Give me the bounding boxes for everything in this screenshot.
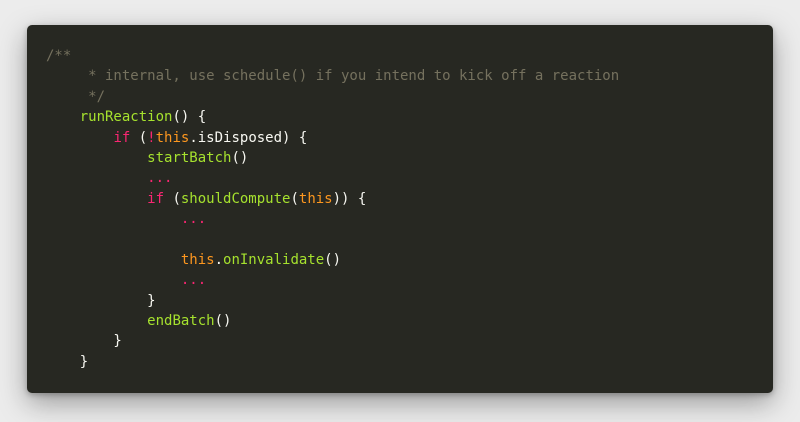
code-token-keyword: ! xyxy=(147,129,156,146)
code-token-func: endBatch xyxy=(147,313,215,330)
code-token-keyword: if xyxy=(113,129,131,146)
code-line: } xyxy=(46,352,619,372)
code-line: endBatch() xyxy=(46,311,619,331)
code-line: } xyxy=(46,331,619,351)
code-token-comment: /** xyxy=(46,48,72,64)
code-token-ellipsis: ... xyxy=(147,170,173,187)
code-line: this.onInvalidate() xyxy=(46,250,619,270)
code-line: if (!this.isDisposed) { xyxy=(46,128,619,148)
code-window: /** * internal, use schedule() if you in… xyxy=(27,25,773,393)
code-token-ellipsis: ... xyxy=(180,272,207,289)
code-token-plain: () xyxy=(231,149,249,166)
code-line: if (shouldCompute(this)) { xyxy=(46,189,619,209)
code-token-plain: ( xyxy=(290,190,299,207)
code-token-plain: () { xyxy=(172,109,207,126)
code-token-plain: () xyxy=(324,251,342,268)
code-token-plain: .isDisposed) { xyxy=(189,129,308,146)
code-token-plain: ( xyxy=(130,129,148,146)
code-token-func: onInvalidate xyxy=(223,251,325,268)
code-token-this: this xyxy=(298,190,333,207)
code-line: */ xyxy=(46,87,619,107)
code-token-comment: */ xyxy=(46,88,106,105)
code-token-func: startBatch xyxy=(147,149,232,166)
code-line: } xyxy=(46,291,619,311)
code-token-func: shouldCompute xyxy=(180,190,291,207)
code-token-plain: )) { xyxy=(332,190,367,207)
code-line: startBatch() xyxy=(46,148,619,168)
code-line: runReaction() { xyxy=(46,107,619,127)
code-token-this: this xyxy=(180,251,215,268)
code-line: ... xyxy=(46,168,619,188)
code-token-keyword: if xyxy=(147,190,165,207)
code-token-this: this xyxy=(155,129,190,146)
code-token-plain: } xyxy=(46,353,89,370)
code-line: ... xyxy=(46,209,619,229)
code-line: ... xyxy=(46,270,619,290)
code-token-plain: } xyxy=(46,333,122,350)
code-token-plain: () xyxy=(214,313,232,330)
code-token-plain: ( xyxy=(164,190,181,207)
code-token-comment: * internal, use schedule() if you intend… xyxy=(46,68,620,85)
code-token-func: runReaction xyxy=(79,109,173,126)
code-token-ellipsis: ... xyxy=(180,211,207,228)
code-line: * internal, use schedule() if you intend… xyxy=(46,66,619,86)
code-line: /** xyxy=(46,46,619,66)
code-token-plain: . xyxy=(214,251,224,268)
code-block: /** * internal, use schedule() if you in… xyxy=(46,46,619,372)
code-token-plain: } xyxy=(46,292,156,309)
